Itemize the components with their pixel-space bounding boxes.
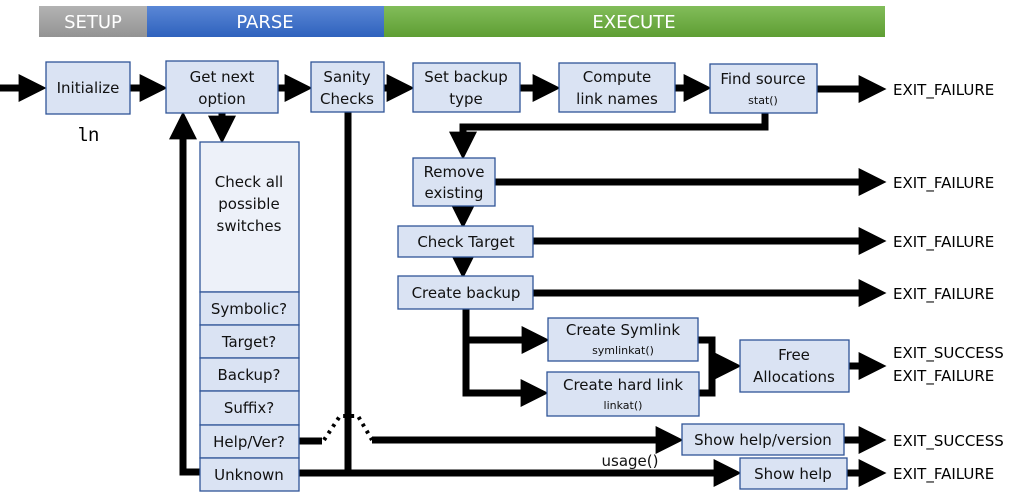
node-label: Checks xyxy=(320,90,374,108)
node-label: Sanity xyxy=(323,68,370,86)
node-create-backup: Create backup xyxy=(397,275,534,310)
usage-label: usage() xyxy=(602,452,659,470)
switch-label: Suffix? xyxy=(224,399,274,417)
node-show-help: Show help xyxy=(739,457,848,490)
node-sublabel: stat() xyxy=(748,94,778,107)
arrow-backup-hardlink xyxy=(462,309,549,407)
exit-check-target: EXIT_FAILURE xyxy=(893,233,994,252)
node-label: Get next xyxy=(190,68,255,86)
node-remove-existing: Remove existing xyxy=(412,157,496,207)
node-label: Initialize xyxy=(57,79,120,97)
node-label: Create Symlink xyxy=(566,321,680,339)
switch-label: Unknown xyxy=(214,466,284,484)
node-label: Check Target xyxy=(417,233,514,251)
node-label: switches xyxy=(217,217,282,235)
switch-label: Target? xyxy=(221,333,276,351)
node-sublabel: linkat() xyxy=(604,399,643,412)
switch-label: Backup? xyxy=(218,366,281,384)
node-show-help-version: Show help/version xyxy=(681,423,845,456)
node-sublabel: symlinkat() xyxy=(592,344,654,357)
phase-bar: SETUP PARSE EXECUTE xyxy=(39,6,885,37)
node-set-backup-type: Set backup type xyxy=(412,62,521,113)
node-sanity-checks: Sanity Checks xyxy=(310,61,385,113)
node-get-next-option: Get next option xyxy=(165,60,279,114)
node-label: link names xyxy=(576,90,658,108)
node-create-symlink: Create Symlink symlinkat() xyxy=(547,317,699,362)
node-label: Show help/version xyxy=(694,431,832,449)
switch-label: Help/Ver? xyxy=(213,433,285,451)
arrow-loop-back xyxy=(169,111,200,476)
node-check-target: Check Target xyxy=(397,225,534,258)
phase-setup-label: SETUP xyxy=(64,12,122,33)
node-label: existing xyxy=(425,184,484,202)
node-label: Compute xyxy=(583,68,651,86)
exit-labels: EXIT_FAILURE EXIT_FAILURE EXIT_FAILURE E… xyxy=(893,81,1004,484)
exit-free-success: EXIT_SUCCESS xyxy=(893,344,1004,363)
ln-flow-diagram: SETUP PARSE EXECUTE Initialize ln Get ne… xyxy=(0,6,1004,492)
node-create-hard-link: Create hard link linkat() xyxy=(546,371,700,417)
node-label: Show help xyxy=(754,465,832,483)
node-label: option xyxy=(198,90,245,108)
program-name: ln xyxy=(77,125,100,147)
merge-links xyxy=(698,336,716,397)
exit-find-source: EXIT_FAILURE xyxy=(893,81,994,100)
node-compute-link-names: Compute link names xyxy=(558,62,676,113)
arrow-find-remove xyxy=(449,113,769,160)
phase-execute-label: EXECUTE xyxy=(592,12,675,33)
node-free-allocations: Free Allocations xyxy=(739,339,850,393)
node-label: Create backup xyxy=(412,284,521,302)
exit-remove-existing: EXIT_FAILURE xyxy=(893,174,994,193)
node-label: Free xyxy=(778,346,810,364)
node-label: Set backup xyxy=(424,68,508,86)
switch-label: Symbolic? xyxy=(211,300,287,318)
node-label: Remove xyxy=(424,163,485,181)
node-label: possible xyxy=(218,195,279,213)
node-label: type xyxy=(449,90,483,108)
exit-help-version: EXIT_SUCCESS xyxy=(893,432,1004,451)
node-label: Find source xyxy=(720,70,805,88)
node-label: Check all xyxy=(215,173,283,191)
node-label: Create hard link xyxy=(563,376,683,394)
exit-create-backup: EXIT_FAILURE xyxy=(893,285,994,304)
phase-parse-label: PARSE xyxy=(236,12,293,33)
exit-free-failure: EXIT_FAILURE xyxy=(893,367,994,386)
exit-show-help: EXIT_FAILURE xyxy=(893,465,994,484)
node-find-source: Find source stat() xyxy=(709,63,818,114)
node-label: Allocations xyxy=(753,368,835,386)
node-check-switches: Check all possible switches Symbolic? Ta… xyxy=(199,141,300,492)
node-initialize: Initialize xyxy=(45,61,131,115)
